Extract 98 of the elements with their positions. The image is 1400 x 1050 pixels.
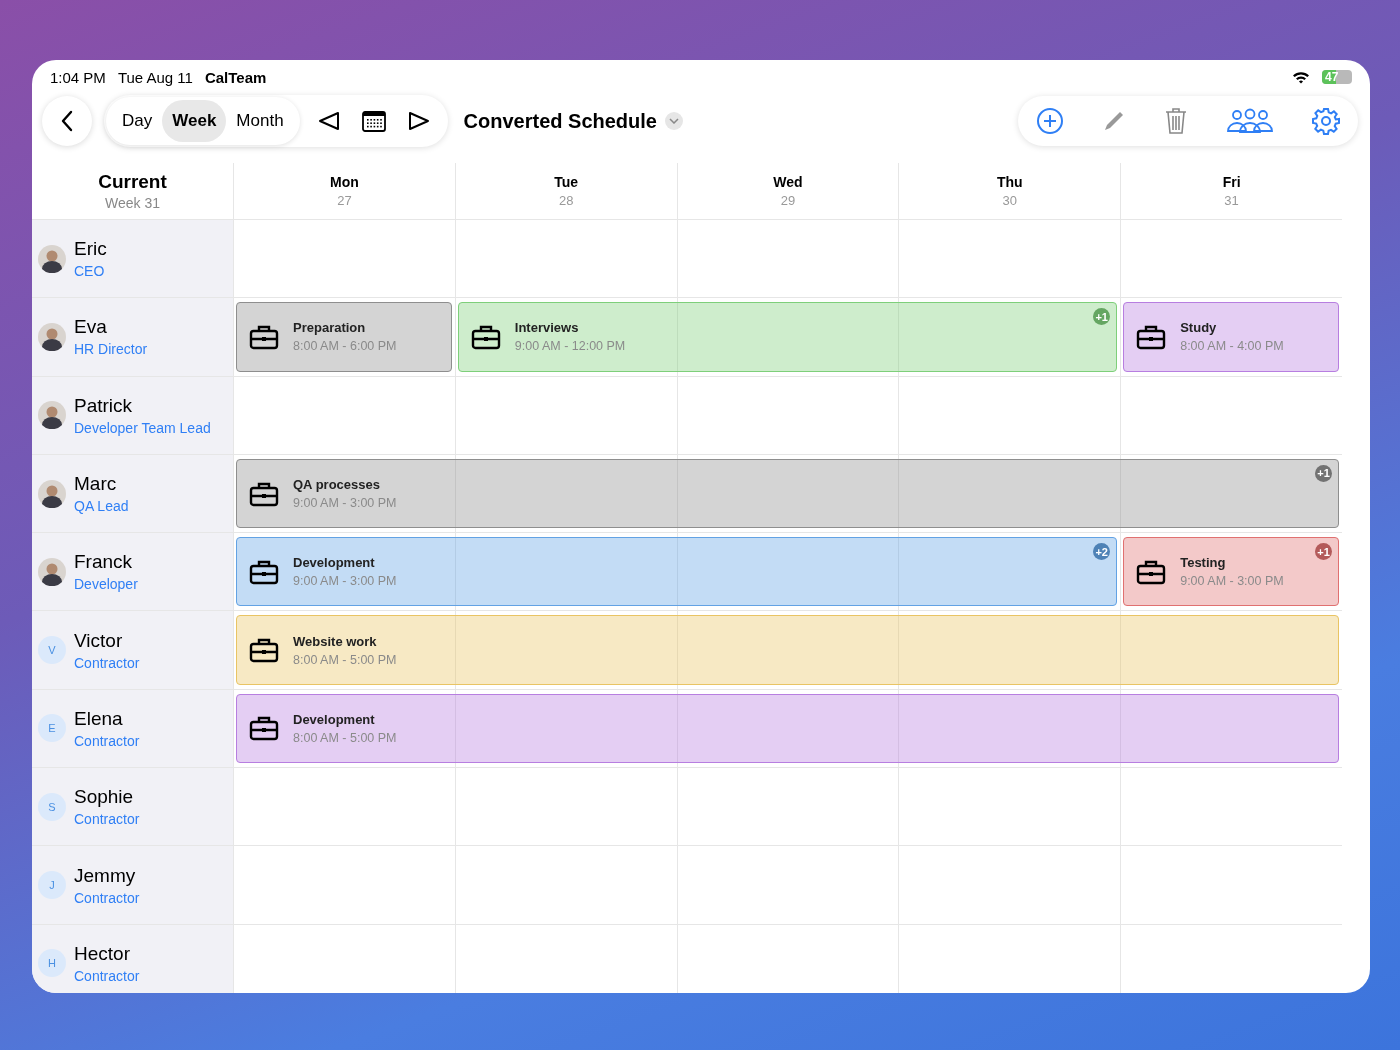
event-title: Interviews xyxy=(514,320,580,336)
person-name: Eva xyxy=(74,316,108,339)
day-name: Thu xyxy=(996,174,1023,190)
event-card[interactable]: Testing 9:00 AM - 3:00 PM +1 xyxy=(1123,537,1339,607)
event-time: 9:00 AM - 3:00 PM xyxy=(293,496,397,511)
avatar-icon xyxy=(38,322,66,351)
week-label: Week 31 xyxy=(105,195,160,211)
person-role: Contractor xyxy=(74,889,140,906)
person-name: Jemmy xyxy=(74,864,137,887)
view-tab[interactable]: Week xyxy=(162,100,227,142)
event-title: Website work xyxy=(293,633,378,649)
app-name: CalTeam xyxy=(204,68,267,86)
person-name: Hector xyxy=(74,942,131,965)
dropdown-button[interactable] xyxy=(665,112,683,130)
count-badge: +1 xyxy=(1315,543,1332,561)
day-date: 28 xyxy=(558,193,574,208)
person-name: Franck xyxy=(74,551,134,574)
person-name: Sophie xyxy=(74,786,135,809)
event-card[interactable]: Development 8:00 AM - 5:00 PM xyxy=(236,693,1339,764)
avatar-icon xyxy=(38,479,66,508)
person-role: CEO xyxy=(74,263,106,280)
person-name: Marc xyxy=(74,473,118,496)
day-date: 29 xyxy=(780,193,796,208)
person-role: Contractor xyxy=(74,811,140,828)
count-badge: +1 xyxy=(1093,308,1111,326)
event-card[interactable]: Interviews 9:00 AM - 12:00 PM +1 xyxy=(457,302,1118,372)
person-role: HR Director xyxy=(74,341,148,358)
event-time: 8:00 AM - 4:00 PM xyxy=(1180,339,1284,354)
briefcase-icon xyxy=(249,480,279,507)
briefcase-icon xyxy=(1136,558,1167,585)
person-role: Contractor xyxy=(74,654,140,671)
briefcase-icon xyxy=(249,558,279,585)
event-card[interactable]: Study 8:00 AM - 4:00 PM xyxy=(1123,302,1339,372)
avatar-initial: J xyxy=(38,871,66,899)
people-icon xyxy=(1226,108,1274,134)
avatar-icon xyxy=(38,244,66,273)
avatar-initial: V xyxy=(38,636,66,665)
day-date: 31 xyxy=(1224,193,1239,208)
view-tab[interactable]: Day xyxy=(112,100,163,142)
day-date: 27 xyxy=(337,193,352,208)
wifi-icon xyxy=(1292,70,1310,84)
avatar-icon xyxy=(38,557,66,586)
event-title: Preparation xyxy=(293,320,367,336)
briefcase-icon xyxy=(249,323,279,350)
schedule-title: Converted Schedule xyxy=(463,109,657,133)
chevron-left-icon xyxy=(60,110,74,132)
event-title: Testing xyxy=(1180,555,1227,571)
event-time: 9:00 AM - 12:00 PM xyxy=(514,339,626,354)
day-name: Wed xyxy=(773,174,803,190)
count-badge: +2 xyxy=(1093,543,1111,561)
briefcase-icon xyxy=(249,637,279,664)
briefcase-icon xyxy=(470,323,501,350)
event-time: 8:00 AM - 5:00 PM xyxy=(293,652,397,667)
calendar-icon xyxy=(361,110,386,132)
person-name: Victor xyxy=(74,629,124,652)
day-name: Fri xyxy=(1222,174,1241,190)
event-time: 9:00 AM - 3:00 PM xyxy=(1180,574,1284,589)
pencil-icon xyxy=(1102,109,1126,133)
plus-circle-icon xyxy=(1036,107,1064,135)
event-title: Development xyxy=(293,555,376,571)
status-time: 1:04 PM xyxy=(50,68,106,86)
count-badge: +1 xyxy=(1315,464,1332,482)
triangle-right-icon xyxy=(407,111,430,131)
day-name: Mon xyxy=(330,174,359,190)
trash-icon xyxy=(1164,107,1188,135)
avatar-icon xyxy=(38,401,66,430)
event-card[interactable]: Website work 8:00 AM - 5:00 PM xyxy=(236,615,1339,685)
back-button[interactable] xyxy=(42,96,92,146)
person-role: Contractor xyxy=(74,732,140,749)
person-role: Contractor xyxy=(74,967,140,984)
day-date: 30 xyxy=(1002,193,1017,208)
event-card[interactable]: QA processes 9:00 AM - 3:00 PM +1 xyxy=(236,458,1339,529)
event-time: 9:00 AM - 3:00 PM xyxy=(293,574,397,589)
person-name: Eric xyxy=(74,238,107,261)
avatar-initial: H xyxy=(38,949,66,978)
avatar-initial: S xyxy=(38,792,66,821)
briefcase-icon xyxy=(249,715,279,742)
event-title: QA processes xyxy=(293,477,381,493)
triangle-left-icon xyxy=(317,111,340,131)
current-label: Current xyxy=(98,171,167,193)
event-title: Study xyxy=(1180,320,1218,336)
avatar-initial: E xyxy=(38,714,66,743)
person-role: Developer xyxy=(74,576,138,593)
person-role: QA Lead xyxy=(74,498,129,515)
event-time: 8:00 AM - 6:00 PM xyxy=(293,339,397,354)
settings-icon xyxy=(1312,107,1340,135)
chevron-down-icon xyxy=(669,118,679,124)
person-name: Patrick xyxy=(74,394,134,417)
view-tab[interactable]: Month xyxy=(226,100,294,142)
event-time: 8:00 AM - 5:00 PM xyxy=(293,730,397,745)
event-card[interactable]: Development 9:00 AM - 3:00 PM +2 xyxy=(236,537,1118,607)
day-name: Tue xyxy=(554,174,579,190)
status-date: Tue Aug 11 xyxy=(117,68,193,86)
event-card[interactable]: Preparation 8:00 AM - 6:00 PM xyxy=(236,302,452,372)
person-role: Developer Team Lead xyxy=(74,419,211,436)
briefcase-icon xyxy=(1136,323,1167,350)
event-title: Development xyxy=(293,711,376,727)
person-name: Elena xyxy=(74,707,124,730)
